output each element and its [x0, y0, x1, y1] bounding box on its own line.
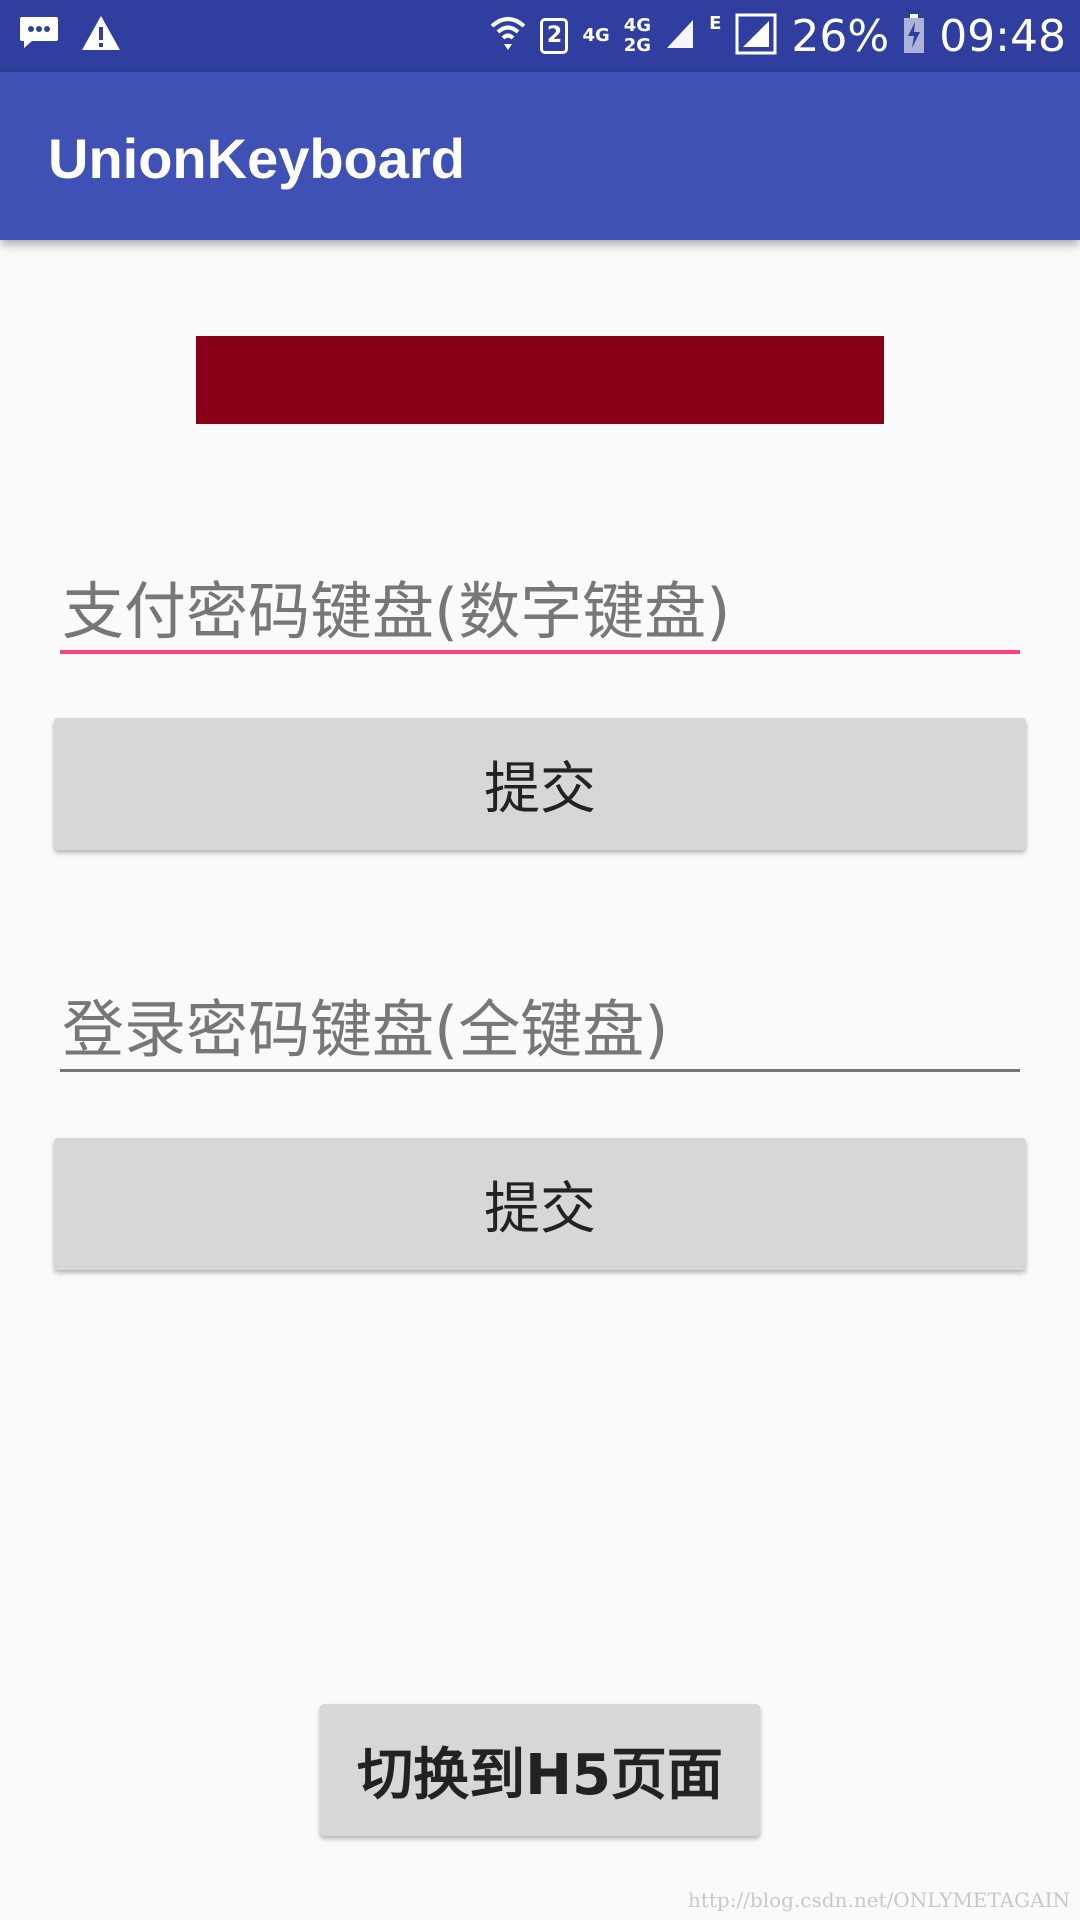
network-type-label: E: [709, 13, 722, 34]
signal-icon: [665, 18, 695, 54]
status-bar: 2 4G 4G 2G E 26% 09:48: [0, 0, 1080, 72]
network-type-label: 4G: [582, 25, 610, 46]
watermark: http://blog.csdn.net/ONLYMETAGAIN: [687, 1888, 1070, 1912]
notification-icons: [18, 14, 122, 56]
message-icon: [18, 15, 60, 55]
warning-icon: [80, 14, 122, 56]
battery-charging-icon: [903, 14, 925, 58]
switch-to-h5-button[interactable]: 切换到H5页面: [320, 1704, 760, 1836]
app-title: UnionKeyboard: [48, 127, 465, 190]
login-password-input[interactable]: [60, 990, 1022, 1069]
app-bar: UnionKeyboard: [0, 72, 1080, 240]
network-type-stack: 4G 2G: [624, 16, 651, 56]
network-type-label: 2G: [623, 35, 652, 56]
wifi-icon: [490, 14, 526, 58]
system-icons: 2 4G 4G 2G E 26% 09:48: [490, 0, 1066, 72]
login-password-field[interactable]: [60, 990, 1022, 1072]
signal-icon: [735, 13, 777, 59]
battery-percent: 26%: [791, 10, 890, 62]
submit-login-button[interactable]: 提交: [54, 1138, 1026, 1270]
payment-password-input[interactable]: [60, 572, 1022, 650]
payment-password-field[interactable]: [60, 572, 1022, 654]
network-type-label: 4G: [623, 15, 652, 36]
sim-slot-badge: 2: [540, 18, 569, 54]
submit-payment-button[interactable]: 提交: [54, 718, 1026, 850]
clock: 09:48: [939, 10, 1066, 62]
red-banner-block: [196, 336, 884, 424]
